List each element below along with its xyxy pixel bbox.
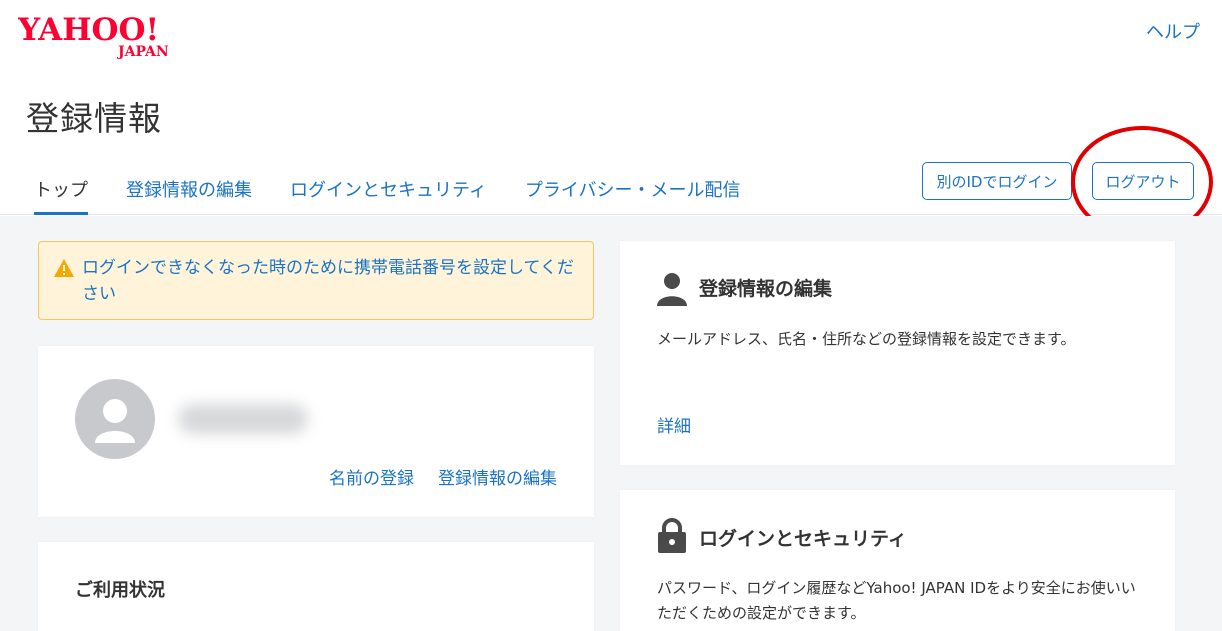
edit-card-title: 登録情報の編集: [699, 278, 833, 300]
avatar: [75, 379, 155, 459]
lock-icon: [658, 518, 686, 553]
tab-privacy-mail[interactable]: プライバシー・メール配信: [525, 176, 741, 215]
yahoo-japan-logo[interactable]: YAHOO! JAPAN: [18, 10, 190, 60]
page-title: 登録情報: [26, 99, 162, 138]
edit-card-description: メールアドレス、氏名・住所などの登録情報を設定できます。: [657, 330, 1076, 348]
tab-bar: トップ 登録情報の編集 ログインとセキュリティ プライバシー・メール配信: [34, 176, 779, 215]
tab-top[interactable]: トップ: [34, 176, 88, 215]
phone-alert-banner[interactable]: ログインできなくなった時のために携帯電話番号を設定してください: [38, 241, 594, 320]
user-silhouette-icon: [95, 399, 135, 443]
edit-info-card: 登録情報の編集 メールアドレス、氏名・住所などの登録情報を設定できます。 詳細: [620, 241, 1175, 465]
security-card-description: パスワード、ログイン履歴などYahoo! JAPAN IDをより安全にお使いいた…: [657, 579, 1136, 622]
alert-text[interactable]: ログインできなくなった時のために携帯電話番号を設定してください: [82, 255, 582, 307]
logo-sub-text: JAPAN: [116, 44, 169, 60]
page-header: YAHOO! JAPAN ヘルプ 登録情報 トップ 登録情報の編集 ログインとセ…: [0, 0, 1222, 238]
help-link[interactable]: ヘルプ: [1146, 18, 1200, 44]
login-security-card: ログインとセキュリティ パスワード、ログイン履歴などYahoo! JAPAN I…: [620, 490, 1175, 631]
profile-card: 名前の登録 登録情報の編集: [38, 346, 594, 517]
blurred-user-name: [178, 404, 308, 434]
person-icon: [657, 273, 687, 306]
usage-title: ご利用状況: [75, 580, 165, 601]
edit-details-link[interactable]: 詳細: [657, 412, 691, 437]
tab-login-security[interactable]: ログインとセキュリティ: [290, 176, 487, 215]
logout-button[interactable]: ログアウト: [1092, 162, 1194, 200]
edit-info-link[interactable]: 登録情報の編集: [438, 464, 557, 489]
profile-links: 名前の登録 登録情報の編集: [329, 464, 557, 489]
main-content: ログインできなくなった時のために携帯電話番号を設定してください 名前の登録 登録…: [0, 216, 1222, 631]
tab-edit-info[interactable]: 登録情報の編集: [126, 176, 252, 215]
login-other-id-button[interactable]: 別のIDでログイン: [922, 162, 1072, 200]
logo-main-text: YAHOO!: [18, 12, 159, 48]
name-registration-link[interactable]: 名前の登録: [329, 464, 414, 489]
security-card-title: ログインとセキュリティ: [699, 528, 907, 550]
warning-icon: [54, 259, 74, 277]
usage-card: ご利用状況: [38, 542, 594, 631]
